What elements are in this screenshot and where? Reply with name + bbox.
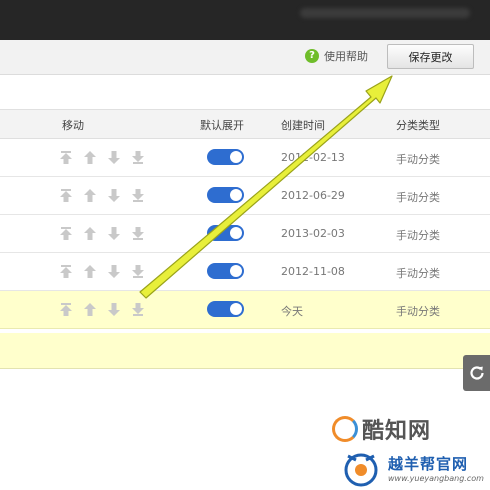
watermark-yueyangbang-url: www.yueyangbang.com [388, 474, 484, 483]
default-expand-toggle[interactable] [207, 187, 244, 203]
default-expand-toggle[interactable] [207, 263, 244, 279]
created-date-cell: 2012-06-29 [281, 189, 345, 202]
move-to-bottom-icon[interactable] [132, 189, 144, 202]
kuzhi-logo-icon [332, 416, 358, 442]
move-to-top-icon[interactable] [60, 227, 72, 240]
column-header-default-expand: 默认展开 [200, 119, 244, 132]
table-row: 2013-02-03 手动分类 [0, 215, 490, 253]
refresh-icon [469, 366, 484, 380]
table-row: 2012-06-29 手动分类 [0, 177, 490, 215]
move-down-icon[interactable] [108, 265, 120, 278]
created-date-cell: 今天 [281, 305, 303, 318]
move-down-icon[interactable] [108, 151, 120, 164]
column-header-created: 创建时间 [281, 119, 325, 132]
move-controls [60, 189, 144, 202]
default-expand-toggle[interactable] [207, 225, 244, 241]
table-header: 移动 默认展开 创建时间 分类类型 [0, 109, 490, 139]
category-type-cell: 手动分类 [396, 191, 440, 204]
category-type-cell: 手动分类 [396, 267, 440, 280]
created-date-cell: 2012-02-13 [281, 151, 345, 164]
blurred-account-area [300, 8, 470, 18]
side-feedback-tab[interactable] [463, 355, 490, 391]
move-to-top-icon[interactable] [60, 189, 72, 202]
move-controls [60, 227, 144, 240]
help-label: 使用帮助 [324, 50, 368, 63]
move-to-bottom-icon[interactable] [132, 303, 144, 316]
toggle-knob [230, 151, 242, 163]
help-icon: ? [305, 49, 319, 63]
watermark-yueyangbang-title: 越羊帮官网 [388, 455, 469, 473]
move-up-icon[interactable] [84, 265, 96, 278]
move-up-icon[interactable] [84, 189, 96, 202]
category-type-cell: 手动分类 [396, 229, 440, 242]
column-header-move: 移动 [62, 119, 84, 132]
move-to-top-icon[interactable] [60, 151, 72, 164]
help-link[interactable]: ? 使用帮助 [305, 48, 368, 64]
toggle-knob [230, 303, 242, 315]
move-controls [60, 151, 144, 164]
toggle-knob [230, 227, 242, 239]
move-down-icon[interactable] [108, 303, 120, 316]
save-changes-button[interactable]: 保存更改 [387, 44, 474, 69]
move-up-icon[interactable] [84, 151, 96, 164]
table-row: 2012-11-08 手动分类 [0, 253, 490, 291]
move-controls [60, 265, 144, 278]
watermark-kuzhi-text: 酷知网 [362, 419, 432, 444]
table-row: 今天 手动分类 [0, 291, 490, 329]
move-to-top-icon[interactable] [60, 303, 72, 316]
watermark-kuzhi: 酷知网 [332, 413, 431, 445]
move-to-top-icon[interactable] [60, 265, 72, 278]
toggle-knob [230, 265, 242, 277]
empty-highlight-band [0, 333, 490, 369]
default-expand-toggle[interactable] [207, 149, 244, 165]
top-navigation-bar [0, 0, 490, 40]
table-row: 2012-02-13 手动分类 [0, 139, 490, 177]
move-down-icon[interactable] [108, 189, 120, 202]
toggle-knob [230, 189, 242, 201]
move-to-bottom-icon[interactable] [132, 227, 144, 240]
move-up-icon[interactable] [84, 303, 96, 316]
move-down-icon[interactable] [108, 227, 120, 240]
created-date-cell: 2013-02-03 [281, 227, 345, 240]
created-date-cell: 2012-11-08 [281, 265, 345, 278]
move-to-bottom-icon[interactable] [132, 265, 144, 278]
column-header-type: 分类类型 [396, 119, 440, 132]
category-type-cell: 手动分类 [396, 305, 440, 318]
page: ? 使用帮助 保存更改 移动 默认展开 创建时间 分类类型 2012-02-13… [0, 0, 490, 490]
yueyangbang-logo-icon [344, 453, 378, 487]
move-controls [60, 303, 144, 316]
move-up-icon[interactable] [84, 227, 96, 240]
category-type-cell: 手动分类 [396, 153, 440, 166]
watermark-yueyangbang: 越羊帮官网 www.yueyangbang.com [340, 448, 484, 488]
default-expand-toggle[interactable] [207, 301, 244, 317]
action-toolbar: ? 使用帮助 保存更改 [0, 40, 490, 75]
move-to-bottom-icon[interactable] [132, 151, 144, 164]
